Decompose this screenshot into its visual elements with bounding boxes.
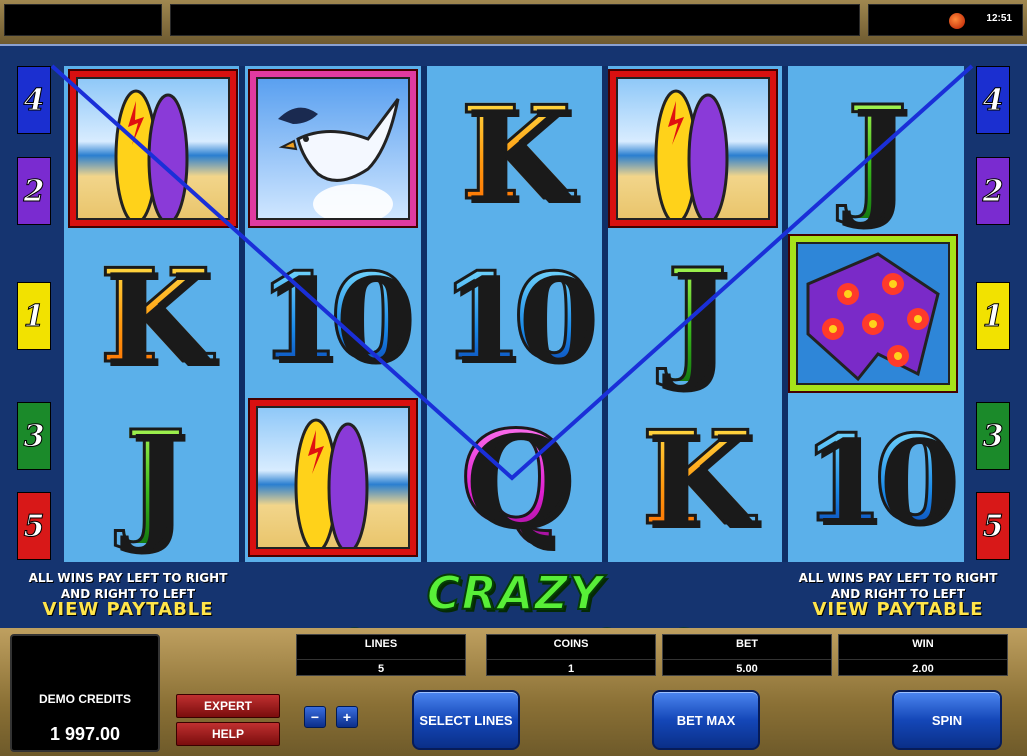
reel-5-row-3: 10 xyxy=(788,396,960,561)
reel-3-row-3: Q xyxy=(427,396,599,561)
surfboards-symbol xyxy=(70,71,236,226)
top-left-panel xyxy=(4,4,162,36)
line-indicator-right-1[interactable]: 1 xyxy=(976,282,1010,350)
minus-button[interactable]: − xyxy=(304,706,326,728)
j-symbol: J xyxy=(123,403,186,554)
surfboards-icon xyxy=(654,89,729,218)
coins-label: COINS xyxy=(553,638,589,650)
sound-icon[interactable] xyxy=(949,13,965,29)
win-label: WIN xyxy=(912,638,934,650)
reel-4-row-2: J xyxy=(608,234,780,399)
reel-3-row-1: K xyxy=(427,71,599,236)
bet-max-button[interactable]: BET MAX xyxy=(652,690,760,750)
reel-3-row-2: 10 xyxy=(427,234,599,399)
line-indicator-left-3[interactable]: 3 xyxy=(17,402,51,470)
line-indicator-left-5[interactable]: 5 xyxy=(17,492,51,560)
k-symbol: K xyxy=(98,241,212,392)
credits-label: DEMO CREDITS xyxy=(38,692,131,706)
clock: 12:51 xyxy=(986,13,1012,24)
message-panel xyxy=(170,4,860,36)
credits-value: 1 997.00 xyxy=(49,724,121,744)
top-bar: 12:51 xyxy=(0,0,1027,44)
reel-1-row-3: J xyxy=(66,396,238,561)
bet-display: BET 5.00 xyxy=(662,634,832,676)
line-indicator-left-1[interactable]: 1 xyxy=(17,282,51,350)
seagull-symbol xyxy=(250,71,416,226)
reel-2-row-2: 10 xyxy=(244,234,416,399)
coins-value: 1 xyxy=(487,659,655,675)
help-button[interactable]: HELP xyxy=(176,722,280,746)
line-indicator-right-5[interactable]: 5 xyxy=(976,492,1010,560)
lines-label: LINES xyxy=(364,638,398,650)
line-indicator-right-3[interactable]: 3 xyxy=(976,402,1010,470)
reels: K J 10 K 10 Q J K J 10 xyxy=(64,66,964,562)
view-paytable-link-right[interactable]: VIEW PAYTABLE xyxy=(778,601,1018,619)
lines-display: LINES 5 xyxy=(296,634,466,676)
view-paytable-link-left[interactable]: VIEW PAYTABLE xyxy=(8,601,248,619)
shorts-icon xyxy=(806,252,940,382)
pay-rule-right: ALL WINS PAY LEFT TO RIGHT AND RIGHT TO … xyxy=(778,570,1018,619)
j-symbol: J xyxy=(845,78,908,229)
ten-symbol: 10 xyxy=(800,408,957,548)
pay-rule-line-1: ALL WINS PAY LEFT TO RIGHT xyxy=(798,571,998,585)
pay-rule-line-1: ALL WINS PAY LEFT TO RIGHT xyxy=(28,571,228,585)
k-symbol: K xyxy=(640,403,754,554)
expert-button[interactable]: EXPERT xyxy=(176,694,280,718)
lines-value: 5 xyxy=(297,659,465,675)
reel-1-row-2: K xyxy=(66,234,238,399)
win-value: 2.00 xyxy=(839,659,1007,675)
clock-panel: 12:51 xyxy=(868,4,1023,36)
line-indicator-right-4[interactable]: 4 xyxy=(976,66,1010,134)
line-indicator-left-2[interactable]: 2 xyxy=(17,157,51,225)
reel-4-row-3: K xyxy=(608,396,780,561)
surfboards-icon xyxy=(294,418,369,547)
select-lines-button[interactable]: SELECT LINES xyxy=(412,690,520,750)
pay-rule-left: ALL WINS PAY LEFT TO RIGHT AND RIGHT TO … xyxy=(8,570,248,619)
win-display: WIN 2.00 xyxy=(838,634,1008,676)
game-area: 4 2 1 3 5 4 2 1 3 5 K J 10 K 10 Q J K J … xyxy=(0,44,1027,675)
surfboards-symbol xyxy=(610,71,776,226)
shorts-symbol xyxy=(790,236,956,391)
reel-5-row-1: J xyxy=(788,71,960,236)
plus-button[interactable]: + xyxy=(336,706,358,728)
line-indicator-left-4[interactable]: 4 xyxy=(17,66,51,134)
k-symbol: K xyxy=(459,78,573,229)
surfboards-icon xyxy=(114,89,189,218)
ten-symbol: 10 xyxy=(439,246,596,386)
credits-display: DEMO CREDITS 1 997.00 xyxy=(10,634,160,752)
surfboards-symbol xyxy=(250,400,416,555)
seagull-icon xyxy=(278,98,400,218)
j-symbol: J xyxy=(665,241,728,392)
control-panel: DEMO CREDITS 1 997.00 EXPERT HELP − + LI… xyxy=(0,628,1027,756)
ten-symbol: 10 xyxy=(256,246,413,386)
line-indicator-right-2[interactable]: 2 xyxy=(976,157,1010,225)
q-symbol: Q xyxy=(459,403,573,554)
spin-button[interactable]: SPIN xyxy=(892,690,1002,750)
coins-display: COINS 1 xyxy=(486,634,656,676)
bet-value: 5.00 xyxy=(663,659,831,675)
bet-label: BET xyxy=(736,638,758,650)
